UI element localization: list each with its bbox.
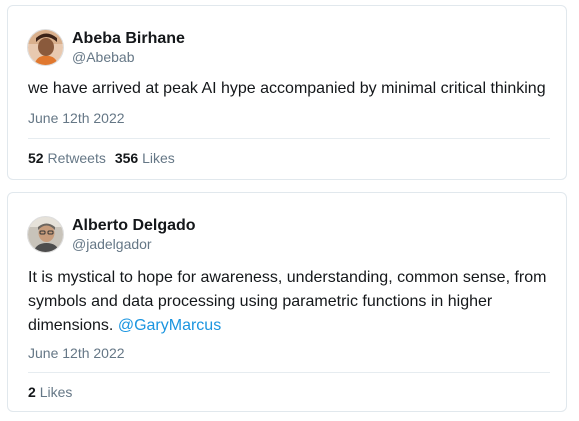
likes-stat[interactable]: 2 Likes (28, 384, 72, 400)
avatar[interactable] (27, 28, 64, 66)
author-handle[interactable]: @jadelgador (72, 235, 196, 253)
likes-label: Likes (142, 150, 175, 166)
retweets-count: 52 (28, 150, 44, 166)
tweet-text: we have arrived at peak AI hype accompan… (28, 77, 550, 101)
author-name[interactable]: Abeba Birhane (72, 29, 185, 48)
tweet-date[interactable]: June 12th 2022 (28, 109, 125, 127)
retweets-label: Retweets (47, 150, 106, 166)
divider (28, 138, 550, 139)
tweet-text: It is mystical to hope for awareness, un… (28, 266, 550, 338)
tweet-text-content: It is mystical to hope for awareness, un… (28, 269, 547, 334)
retweets-stat[interactable]: 52 Retweets (28, 150, 106, 166)
tweet-text-content: we have arrived at peak AI hype accompan… (28, 80, 546, 97)
avatar[interactable] (27, 215, 64, 253)
tweet-stats: 52 Retweets 356 Likes (28, 149, 175, 167)
author-info: Abeba Birhane @Abebab (72, 29, 185, 66)
divider (28, 372, 550, 373)
tweet-header: Alberto Delgado @jadelgador (27, 214, 196, 254)
likes-stat[interactable]: 356 Likes (115, 150, 175, 166)
author-info: Alberto Delgado @jadelgador (72, 216, 196, 253)
tweet-card[interactable]: Abeba Birhane @Abebab we have arrived at… (7, 5, 567, 180)
author-handle[interactable]: @Abebab (72, 48, 185, 66)
tweet-header: Abeba Birhane @Abebab (27, 27, 185, 67)
likes-label: Likes (39, 384, 73, 400)
author-name[interactable]: Alberto Delgado (72, 216, 196, 235)
tweet-date[interactable]: June 12th 2022 (28, 344, 125, 362)
tweet-stats: 2 Likes (28, 383, 72, 401)
likes-count: 2 (28, 384, 36, 400)
likes-count: 356 (114, 150, 139, 166)
mention-link[interactable]: @GaryMarcus (118, 317, 221, 334)
tweet-card[interactable]: Alberto Delgado @jadelgador It is mystic… (7, 192, 567, 412)
